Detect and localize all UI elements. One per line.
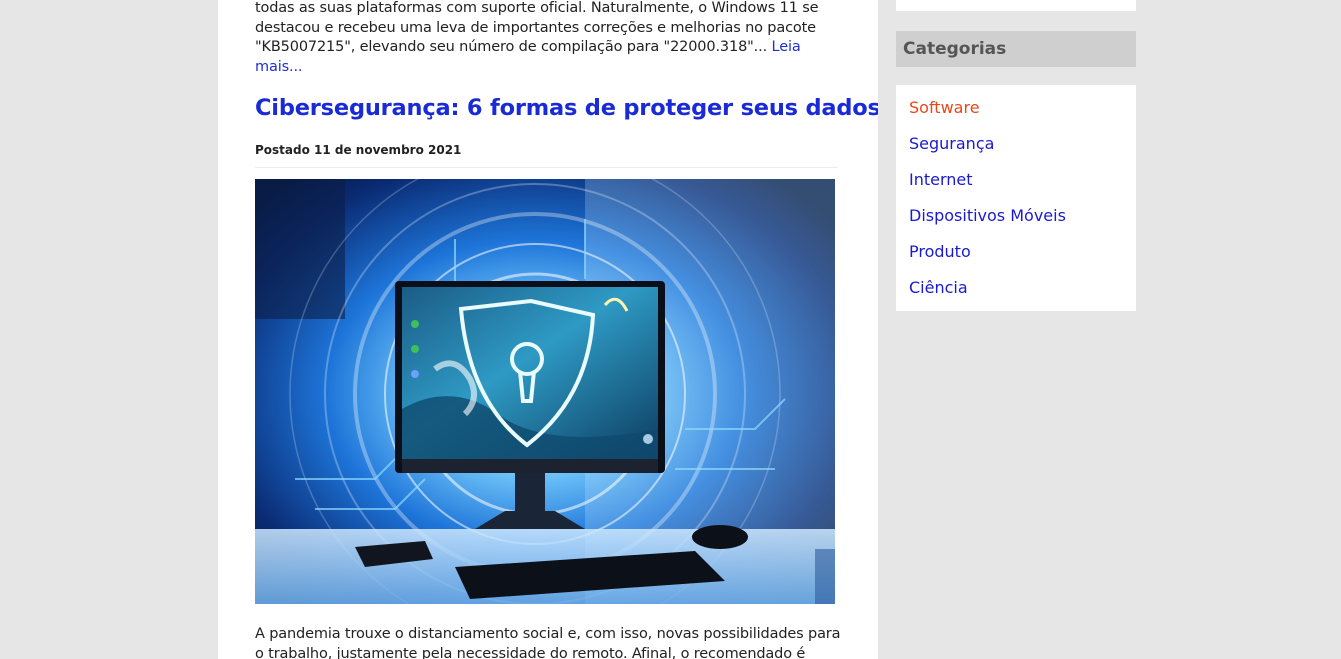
category-item-produto: Produto — [909, 242, 1066, 278]
post-excerpt: A pandemia trouxe o distanciamento socia… — [255, 624, 845, 659]
excerpt-line: A pandemia trouxe o distanciamento socia… — [255, 626, 841, 642]
excerpt-line: destacou e recebeu uma leva de important… — [255, 19, 816, 36]
main-content: todas as suas plataformas com suporte of… — [218, 0, 878, 659]
category-link[interactable]: Ciência — [909, 278, 968, 297]
previous-post-excerpt: todas as suas plataformas com suporte of… — [255, 0, 845, 77]
category-item-ciencia: Ciência — [909, 278, 1066, 314]
categories-widget: Software Segurança Internet Dispositivos… — [896, 85, 1136, 311]
categories-list: Software Segurança Internet Dispositivos… — [909, 98, 1066, 314]
excerpt-line-link: mais... — [255, 58, 845, 78]
post-title-link[interactable]: Cibersegurança: 6 formas de proteger seu… — [255, 95, 878, 121]
categories-title: Categorias — [903, 39, 1007, 59]
category-link[interactable]: Internet — [909, 170, 973, 189]
category-item-seguranca: Segurança — [909, 134, 1066, 170]
read-more-link-continued[interactable]: mais... — [255, 59, 303, 75]
divider — [255, 167, 838, 168]
category-link[interactable]: Segurança — [909, 134, 994, 153]
excerpt-line: o trabalho, justamente pela necessidade … — [255, 646, 806, 659]
category-link[interactable]: Produto — [909, 242, 971, 261]
cybersecurity-illustration — [255, 179, 835, 604]
excerpt-line: "KB5007215", elevando seu número de comp… — [255, 39, 768, 55]
category-link[interactable]: Dispositivos Móveis — [909, 206, 1066, 225]
category-link[interactable]: Software — [909, 98, 980, 117]
categories-header: Categorias — [896, 31, 1136, 67]
post-date: Postado 11 de novembro 2021 — [255, 143, 462, 157]
sidebar-widget-top — [896, 0, 1136, 11]
excerpt-line: todas as suas plataformas com suporte of… — [255, 0, 819, 16]
post-image[interactable] — [255, 179, 835, 604]
category-item-internet: Internet — [909, 170, 1066, 206]
excerpt-line-with-link: "KB5007215", elevando seu número de comp… — [255, 38, 845, 58]
category-item-dispositivos-moveis: Dispositivos Móveis — [909, 206, 1066, 242]
read-more-link[interactable]: Leia — [772, 39, 801, 55]
post-title[interactable]: Cibersegurança: 6 formas de proteger seu… — [255, 95, 878, 121]
category-item-software: Software — [909, 98, 1066, 134]
